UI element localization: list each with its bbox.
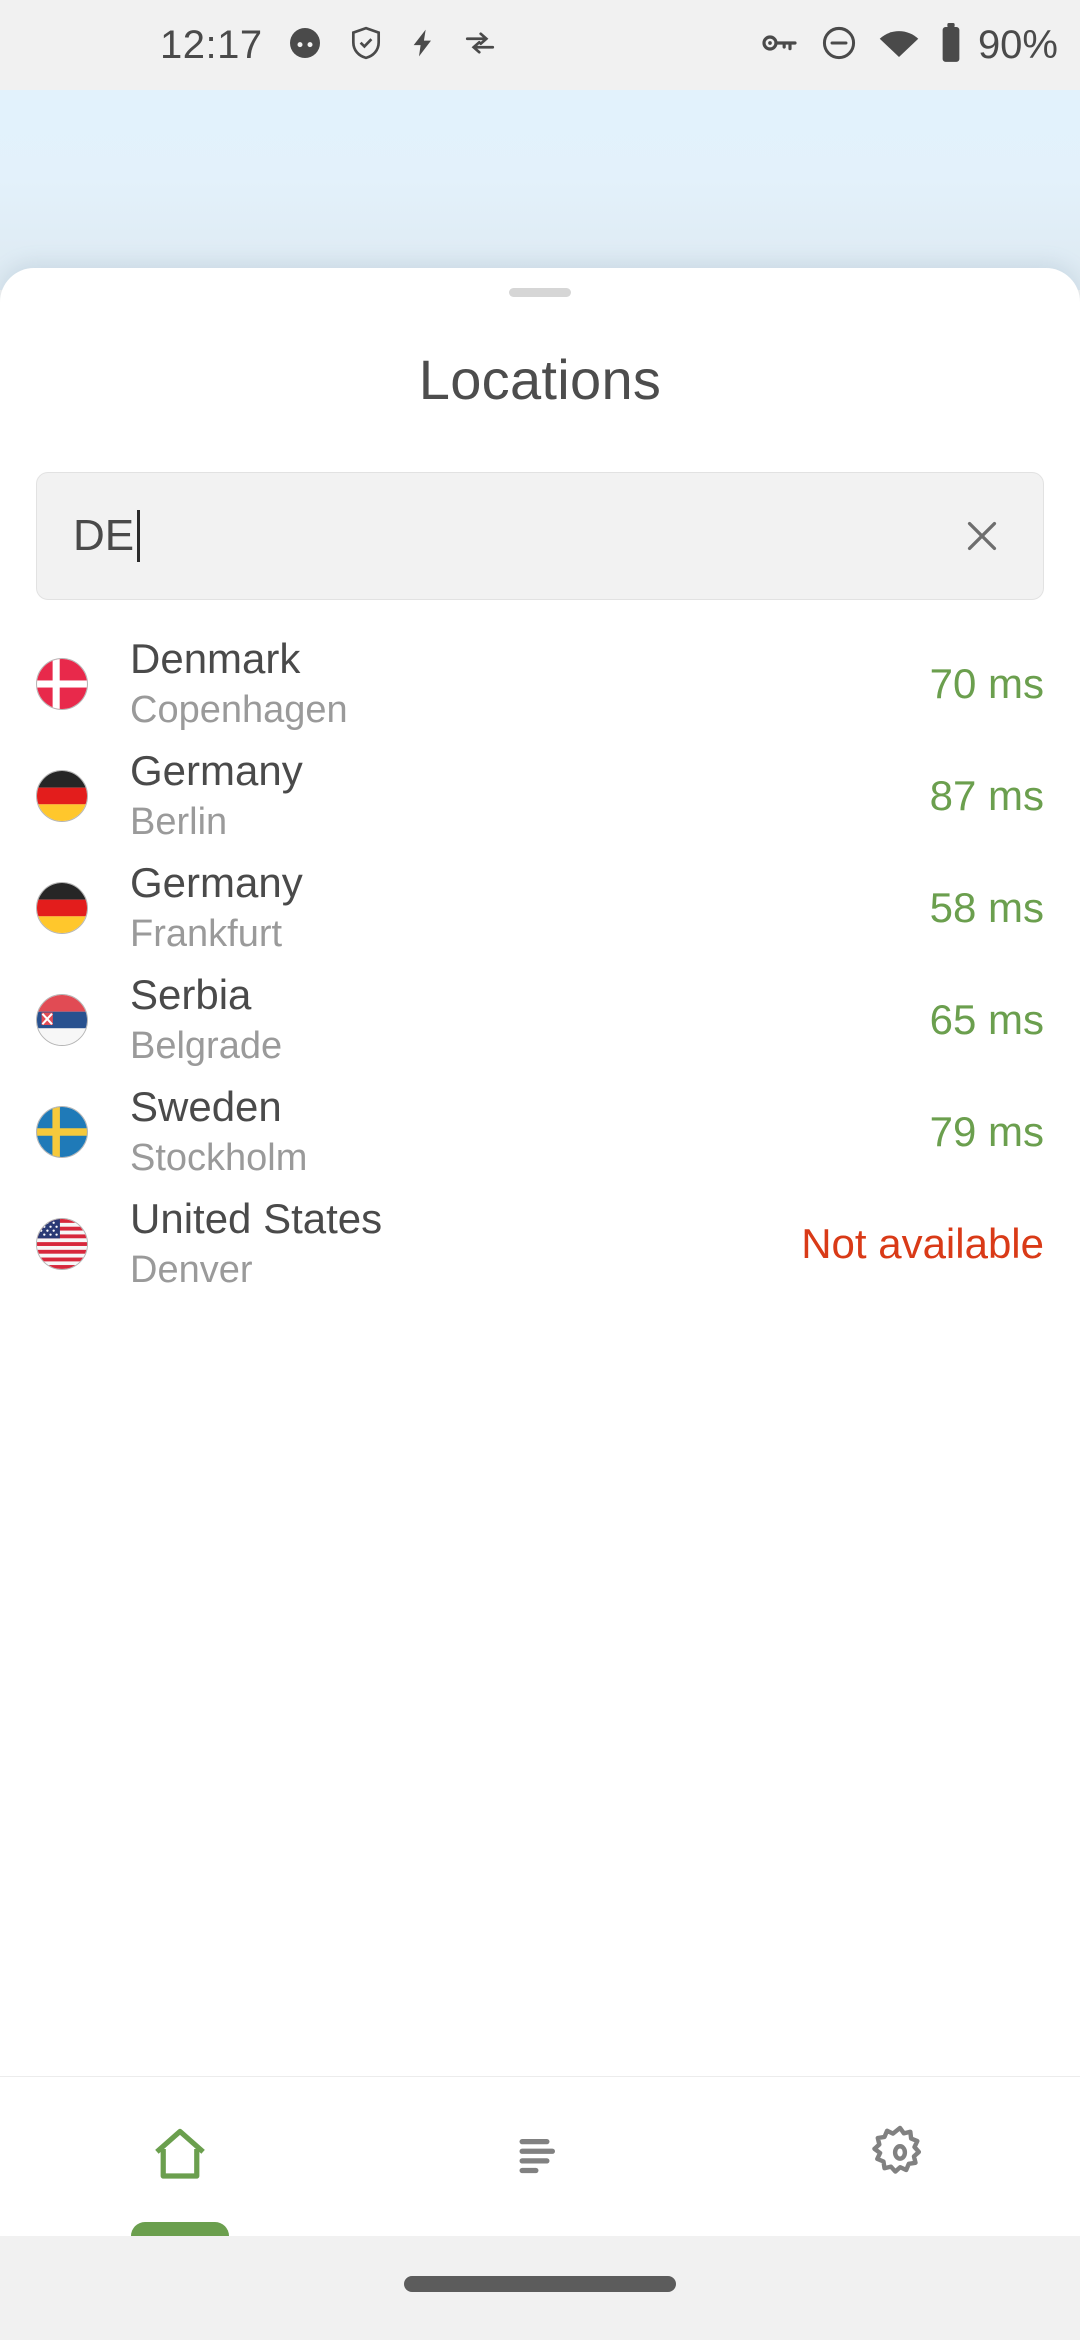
location-city: Stockholm bbox=[130, 1137, 308, 1180]
location-country: Denmark bbox=[130, 635, 301, 683]
availability-status: Not available bbox=[801, 1220, 1044, 1267]
search-input-content[interactable]: DE bbox=[73, 510, 141, 562]
locations-list: Denmark Copenhagen 70 ms Germany Berlin … bbox=[0, 628, 1080, 1300]
list-item[interactable]: Germany Frankfurt 58 ms bbox=[0, 852, 1080, 964]
location-text: Serbia Belgrade bbox=[130, 971, 930, 1068]
status-bar-right-group: 90% bbox=[760, 0, 1058, 90]
data-transfer-icon bbox=[461, 26, 499, 65]
location-city: Belgrade bbox=[130, 1025, 283, 1068]
flag-germany-icon bbox=[36, 770, 88, 822]
list-icon bbox=[507, 2121, 573, 2192]
bottom-navigation bbox=[0, 2076, 1080, 2250]
page-title: Locations bbox=[418, 348, 662, 411]
latency-value: 87 ms bbox=[929, 772, 1044, 819]
search-input[interactable]: DE bbox=[73, 511, 134, 561]
sheet-drag-handle[interactable] bbox=[509, 288, 571, 297]
flag-denmark-icon bbox=[36, 658, 88, 710]
status-bar: 12:17 90% bbox=[0, 0, 1080, 90]
gesture-home-pill[interactable] bbox=[404, 2276, 676, 2292]
location-text: Denmark Copenhagen bbox=[130, 635, 930, 732]
nav-item-home[interactable] bbox=[0, 2077, 360, 2250]
location-country: Sweden bbox=[130, 1083, 282, 1131]
status-clock: 12:17 bbox=[160, 22, 263, 67]
locations-sheet: Locations DE Denmark Copenhagen 70 ms Ge… bbox=[0, 268, 1080, 2340]
latency-value: 65 ms bbox=[929, 996, 1044, 1043]
battery-percentage: 90% bbox=[977, 22, 1058, 67]
battery-icon bbox=[940, 22, 962, 68]
wifi-icon bbox=[878, 26, 920, 65]
location-country: Germany bbox=[130, 747, 303, 795]
location-text: Germany Frankfurt bbox=[130, 859, 930, 956]
list-item[interactable]: Denmark Copenhagen 70 ms bbox=[0, 628, 1080, 740]
location-city: Denver bbox=[130, 1249, 253, 1292]
location-country: Germany bbox=[130, 859, 303, 907]
ninja-mask-icon bbox=[285, 23, 325, 68]
gear-icon bbox=[869, 2123, 931, 2190]
location-city: Copenhagen bbox=[130, 689, 348, 732]
status-bar-left-group: 12:17 bbox=[160, 23, 499, 68]
text-caret bbox=[137, 510, 141, 562]
shield-check-icon bbox=[347, 24, 385, 67]
flag-sweden-icon bbox=[36, 1106, 88, 1158]
location-city: Berlin bbox=[130, 801, 228, 844]
location-country: Serbia bbox=[130, 971, 252, 1019]
location-text: Germany Berlin bbox=[130, 747, 930, 844]
search-field[interactable]: DE bbox=[36, 472, 1044, 600]
location-country: United States bbox=[130, 1195, 383, 1243]
list-item[interactable]: Sweden Stockholm 79 ms bbox=[0, 1076, 1080, 1188]
latency-value: 79 ms bbox=[929, 1108, 1044, 1155]
nav-item-settings[interactable] bbox=[720, 2077, 1080, 2236]
flag-germany-icon bbox=[36, 882, 88, 934]
nav-item-log[interactable] bbox=[360, 2077, 720, 2236]
vpn-key-icon bbox=[760, 26, 800, 65]
location-text: Sweden Stockholm bbox=[130, 1083, 930, 1180]
list-item[interactable]: United States Denver Not available bbox=[0, 1188, 1080, 1300]
location-text: United States Denver bbox=[130, 1195, 801, 1292]
list-item[interactable]: Germany Berlin 87 ms bbox=[0, 740, 1080, 852]
latency-value: 58 ms bbox=[929, 884, 1044, 931]
do-not-disturb-icon bbox=[820, 24, 858, 67]
location-city: Frankfurt bbox=[130, 913, 283, 956]
list-item[interactable]: Serbia Belgrade 65 ms bbox=[0, 964, 1080, 1076]
home-icon bbox=[147, 2121, 213, 2192]
flag-united-states-icon bbox=[36, 1218, 88, 1270]
close-icon[interactable] bbox=[959, 513, 1005, 559]
flag-serbia-icon bbox=[36, 994, 88, 1046]
lightning-bolt-icon bbox=[407, 24, 439, 67]
latency-value: 70 ms bbox=[929, 660, 1044, 707]
app-backdrop bbox=[0, 90, 1080, 290]
gesture-nav-area bbox=[0, 2236, 1080, 2340]
